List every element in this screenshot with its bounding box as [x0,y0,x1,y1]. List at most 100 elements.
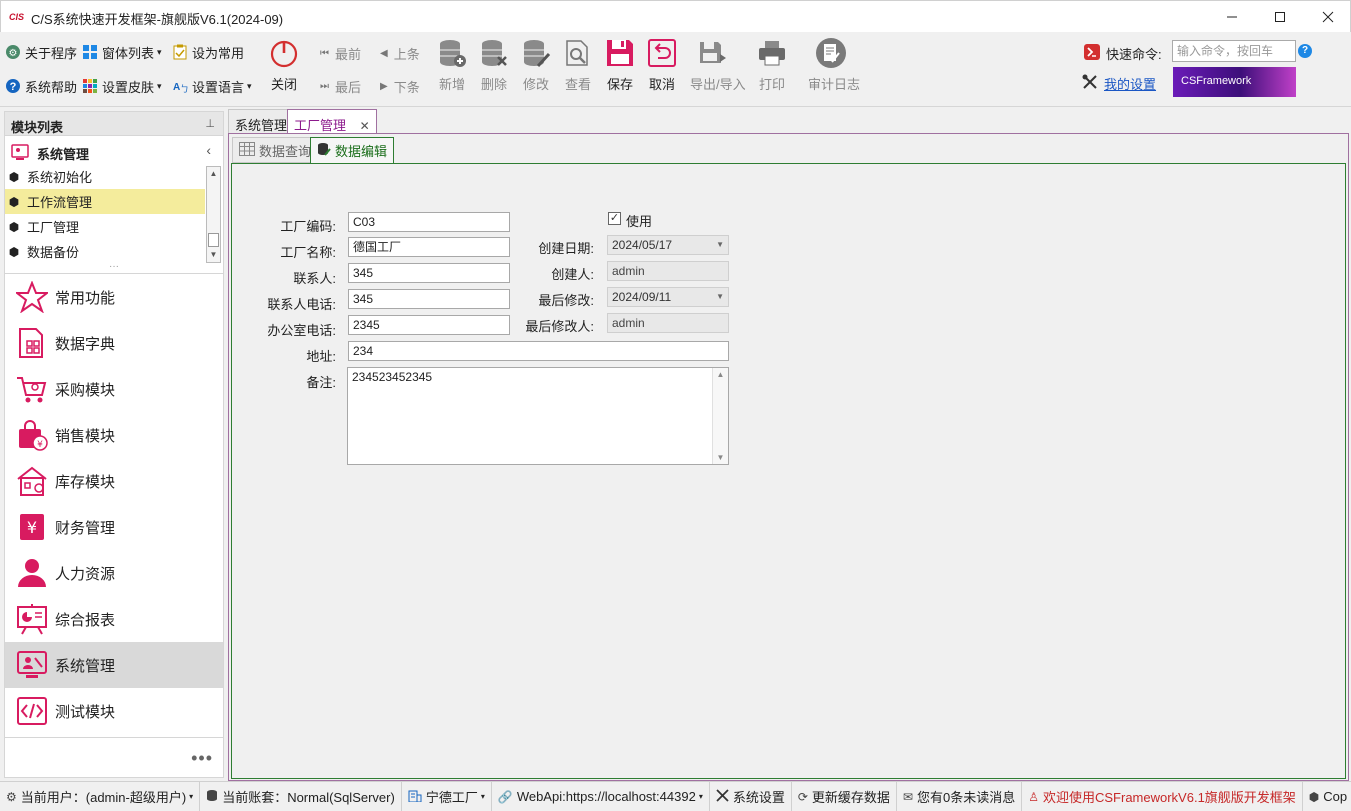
add-button[interactable]: 新增 [432,36,472,94]
factory-name-input[interactable]: 德国工厂 [348,237,510,257]
module-label: 人力资源 [55,565,116,583]
module-sales[interactable]: ¥ 销售模块 [5,412,223,458]
window-title: C/S系统快速开发框架-旗舰版V6.1(2024-09) [31,12,284,27]
set-skin-label: 设置皮肤 [102,79,155,95]
scroll-up-icon[interactable]: ▲ [713,370,728,379]
banner-text: CSFramework [1181,75,1252,87]
add-db-icon [432,36,472,70]
about-button[interactable]: ⚙ 关于程序 [5,41,77,63]
module-reports[interactable]: 综合报表 [5,596,223,642]
help-icon[interactable]: ? [1298,44,1312,58]
close-window-button[interactable] [1304,1,1351,33]
created-date-picker[interactable]: 2024/05/17 ▼ [607,235,729,255]
quick-command-input[interactable] [1172,40,1296,62]
sub-item-workflow[interactable]: ⬢ 工作流管理 [5,189,205,214]
office-phone-label: 办公室电话: [267,323,336,338]
close-tab-icon[interactable]: ✕ [360,119,370,133]
scroll-down-icon[interactable]: ▼ [207,248,220,262]
database-edit-icon [317,142,331,159]
maximize-button[interactable] [1256,1,1304,33]
audit-log-button[interactable]: 审计日志 [808,36,860,94]
module-system[interactable]: 系统管理 [5,642,223,688]
status-webapi[interactable]: 🔗 WebApi:https://localhost:44392 ▾ [492,782,710,811]
status-messages[interactable]: ✉ 您有0条未读消息 [897,782,1023,811]
in-use-checkbox[interactable]: ✓ [608,212,621,225]
edit-button[interactable]: 修改 [516,36,556,94]
chevron-left-icon[interactable]: ‹ [206,142,211,158]
sub-item-factory[interactable]: ⬢ 工厂管理 [5,214,205,239]
sub-item-scrollbar[interactable]: ▲ ▼ [206,166,221,263]
first-record-button[interactable]: ⏮ 最前 [320,44,361,63]
next-record-button[interactable]: ▶ 下条 [380,77,420,96]
set-favorite-button[interactable]: 设为常用 [172,41,244,63]
status-current-user[interactable]: ⚙ 当前用户：(admin-超级用户) ▾ [0,782,201,811]
module-purchase[interactable]: 采购模块 [5,366,223,412]
module-hr[interactable]: 人力资源 [5,550,223,596]
next-icon: ▶ [380,81,388,92]
tab-data-query[interactable]: 数据查询 [232,137,319,163]
office-phone-input[interactable]: 2345 [348,315,510,335]
title-bar: CIS C/S系统快速开发框架-旗舰版V6.1(2024-09) [0,0,1351,32]
system-help-button[interactable]: ? 系统帮助 [5,75,77,97]
chevron-down-icon[interactable]: ▼ [716,290,724,304]
status-refresh-cache[interactable]: ⟳ 更新缓存数据 [792,782,897,811]
module-test[interactable]: 测试模块 [5,688,223,734]
address-input[interactable]: 234 [348,341,729,361]
minimize-button[interactable] [1208,1,1256,33]
sub-item-system-init[interactable]: ⬢ 系统初始化 [5,164,205,189]
sub-item-list: ⬢ 系统初始化 ⬢ 工作流管理 ⬢ 工厂管理 ⬢ 数据备份 ▲ ▼ [5,164,223,264]
set-language-label: 设置语言 [192,79,245,95]
splitter-handle[interactable]: ··· [5,262,223,274]
status-system-settings[interactable]: 系统设置 [710,782,792,811]
factory-code-input[interactable]: C03 [348,212,510,232]
my-settings-label[interactable]: 我的设置 [1104,74,1156,93]
prev-record-button[interactable]: ◀ 上条 [380,44,420,63]
sub-item-label: 数据备份 [27,245,80,260]
export-import-button[interactable]: 导出/导入 [690,36,746,94]
tab-system-management[interactable]: 系统管理 [228,109,295,134]
contact-phone-input[interactable]: 345 [348,289,510,309]
save-label: 保存 [606,77,633,92]
contact-input[interactable]: 345 [348,263,510,283]
modified-date-picker[interactable]: 2024/09/11 ▼ [607,287,729,307]
set-language-button[interactable]: Aㄅ 设置语言 ▾ [172,75,252,97]
audit-icon [808,36,854,70]
pin-icon[interactable]: ⊥ [205,117,215,130]
save-button[interactable]: 保存 [600,36,640,94]
module-favorites[interactable]: 常用功能 [5,274,223,320]
close-button[interactable]: 关闭 [264,36,304,94]
tab-factory-management[interactable]: 工厂管理 ✕ [287,109,377,134]
module-finance[interactable]: ¥ 财务管理 [5,504,223,550]
last-record-button[interactable]: ⏭ 最后 [320,77,361,96]
scroll-thumb[interactable] [208,233,219,247]
delete-button[interactable]: 删除 [474,36,514,94]
status-factory[interactable]: 宁德工厂 ▾ [402,782,492,811]
print-button[interactable]: 打印 [752,36,792,94]
svg-text:¥: ¥ [37,440,43,450]
sub-tab-label: 数据查询 [259,143,312,159]
chevron-down-icon: ▾ [247,80,252,91]
module-inventory[interactable]: 库存模块 [5,458,223,504]
set-skin-button[interactable]: 设置皮肤 ▾ [82,75,162,97]
scroll-up-icon[interactable]: ▲ [207,167,220,181]
view-button[interactable]: 查看 [558,36,598,94]
modified-date-label: 最后修改: [538,293,594,308]
contact-label: 联系人: [293,271,336,286]
window-list-button[interactable]: 窗体列表 ▾ [82,41,162,63]
cancel-button[interactable]: 取消 [642,36,682,94]
sub-item-backup[interactable]: ⬢ 数据备份 [5,239,205,264]
group-system-management[interactable]: 系统管理 ‹ [5,136,223,164]
my-settings-link[interactable]: 我的设置 [1082,74,1156,93]
remarks-value: 234523452345 [352,370,433,384]
tab-data-edit[interactable]: 数据编辑 [310,137,395,163]
scroll-down-icon[interactable]: ▼ [713,453,728,462]
module-dictionary[interactable]: 数据字典 [5,320,223,366]
more-modules-button[interactable]: ••• [5,737,223,777]
module-label: 库存模块 [55,473,116,491]
remarks-textarea[interactable]: 234523452345 ▲ ▼ [347,367,729,465]
remarks-scrollbar[interactable]: ▲ ▼ [712,368,728,464]
factory-name-label: 工厂名称: [280,245,336,260]
chevron-down-icon: ▾ [189,792,194,801]
svg-text:⚙: ⚙ [9,48,18,59]
chevron-down-icon[interactable]: ▼ [716,238,724,252]
